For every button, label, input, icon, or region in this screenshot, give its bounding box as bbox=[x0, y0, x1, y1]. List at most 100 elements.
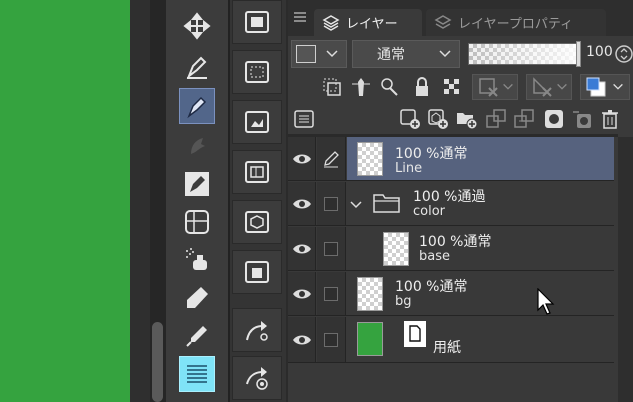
layer-name: color bbox=[413, 204, 446, 219]
edit-checkbox[interactable] bbox=[324, 286, 338, 301]
airbrush-tool-button[interactable] bbox=[179, 128, 215, 164]
visibility-toggle[interactable] bbox=[288, 272, 316, 315]
opacity-slider-handle[interactable] bbox=[576, 41, 581, 67]
visibility-toggle[interactable] bbox=[288, 182, 316, 225]
decoration-tool-button[interactable] bbox=[179, 166, 215, 202]
layer-content[interactable]: 100 %通常 base bbox=[347, 227, 614, 270]
canvas-area[interactable] bbox=[0, 0, 130, 402]
lock-layer-button[interactable] bbox=[410, 75, 434, 99]
eye-icon bbox=[292, 199, 311, 208]
new-folder-button[interactable] bbox=[454, 107, 478, 131]
move-tool-button[interactable] bbox=[179, 8, 215, 44]
visibility-toggle[interactable] bbox=[288, 317, 316, 362]
layer-row-paper[interactable]: 用紙 bbox=[288, 317, 614, 363]
figure-tool-button[interactable] bbox=[179, 204, 215, 240]
hamburger-icon[interactable] bbox=[294, 11, 306, 23]
visibility-toggle[interactable] bbox=[288, 227, 316, 270]
layer-content[interactable]: 100 %通常 bg bbox=[347, 272, 614, 315]
spinner-arrows-icon[interactable] bbox=[615, 43, 633, 65]
subtool-arrow[interactable] bbox=[232, 308, 282, 352]
pin-pen-icon bbox=[381, 78, 398, 96]
tab-layer-properties[interactable]: レイヤープロパティ bbox=[426, 9, 606, 36]
layer-row-base[interactable]: 100 %通常 base bbox=[288, 227, 614, 271]
visibility-toggle[interactable] bbox=[288, 137, 316, 180]
edit-checkbox-cell[interactable] bbox=[317, 272, 346, 315]
subtool-vector[interactable] bbox=[232, 50, 282, 94]
chevron-down-icon[interactable] bbox=[349, 198, 363, 212]
edit-checkbox-cell[interactable] bbox=[317, 182, 346, 225]
layer-color-icon bbox=[586, 77, 606, 97]
mask-chevron[interactable] bbox=[500, 75, 516, 99]
clip-lower-button[interactable] bbox=[320, 75, 344, 99]
edit-checkbox-cell[interactable] bbox=[317, 317, 346, 362]
text-tool-button[interactable] bbox=[179, 356, 215, 392]
layer-list: 100 %通常 Line 100 %通過 color 100 %通常 base bbox=[288, 137, 618, 402]
eyedropper-tool-button[interactable] bbox=[179, 318, 215, 354]
merge-down-button[interactable] bbox=[512, 107, 536, 131]
fill-tool-button[interactable] bbox=[179, 280, 215, 316]
reference-layer-button[interactable] bbox=[349, 75, 373, 99]
tab-layer[interactable]: レイヤー bbox=[314, 9, 422, 36]
edit-checkbox[interactable] bbox=[324, 241, 338, 256]
pen-tool-active-button[interactable] bbox=[179, 88, 215, 124]
layer-thumbnail bbox=[383, 232, 409, 266]
layer-list-toggle[interactable] bbox=[292, 107, 316, 131]
edit-checkbox[interactable] bbox=[324, 196, 338, 211]
pen-tool-button[interactable] bbox=[179, 48, 215, 84]
mask-outside-button[interactable] bbox=[542, 107, 566, 131]
draft-layer-button[interactable] bbox=[378, 75, 402, 99]
subtool-target[interactable] bbox=[232, 356, 282, 400]
apply-mask-button[interactable] bbox=[570, 107, 594, 131]
trash-icon bbox=[602, 110, 618, 129]
layer-list-scrollbar[interactable] bbox=[618, 137, 633, 402]
chevron-down-icon bbox=[326, 50, 338, 58]
bottle-icon bbox=[187, 287, 208, 308]
tool-panel-scroll-thumb[interactable] bbox=[152, 322, 163, 402]
layer-name: 用紙 bbox=[433, 340, 461, 356]
ruler-chevron[interactable] bbox=[554, 75, 570, 99]
layer-row-line[interactable]: 100 %通常 Line bbox=[288, 137, 614, 181]
layer-row-color[interactable]: 100 %通過 color bbox=[288, 182, 614, 226]
layer-panel: レイヤー レイヤープロパティ 通常 100 100 %通常 Line 100 %… bbox=[288, 0, 633, 402]
canvas-border bbox=[130, 0, 150, 402]
blend-mode-select[interactable]: 通常 bbox=[352, 40, 460, 68]
chevron-down-icon bbox=[503, 83, 513, 90]
spray-tool-button[interactable] bbox=[179, 242, 215, 278]
layer-mode: 100 %通過 bbox=[413, 189, 486, 205]
layer-mode: 100 %通常 bbox=[395, 279, 468, 295]
subtool-3d[interactable] bbox=[232, 200, 282, 244]
layer-content[interactable]: 用紙 bbox=[347, 317, 614, 362]
layer-content[interactable]: 100 %通過 color bbox=[347, 182, 614, 225]
transfer-to-lower-button[interactable] bbox=[484, 107, 508, 131]
layer-color-dropdown[interactable] bbox=[291, 40, 347, 68]
panel-tab-bar: レイヤー レイヤープロパティ bbox=[288, 0, 633, 36]
opacity-value[interactable]: 100 bbox=[586, 44, 613, 60]
opacity-slider[interactable] bbox=[468, 41, 581, 67]
eyedropper-icon bbox=[186, 326, 207, 347]
new-vector-icon bbox=[428, 109, 448, 129]
layer-color-button[interactable] bbox=[584, 75, 608, 99]
subtool-image-layer[interactable] bbox=[232, 0, 282, 44]
delete-layer-button[interactable] bbox=[598, 107, 622, 131]
editing-indicator[interactable] bbox=[317, 137, 346, 180]
image-folder-icon bbox=[245, 11, 269, 33]
layer-row-bg[interactable]: 100 %通常 bg bbox=[288, 272, 614, 316]
layer-mode: 100 %通常 bbox=[419, 234, 492, 250]
mask-enable-button[interactable] bbox=[476, 75, 500, 99]
edit-checkbox-cell[interactable] bbox=[317, 227, 346, 270]
new-raster-layer-button[interactable] bbox=[398, 107, 422, 131]
subtool-building[interactable] bbox=[232, 250, 282, 294]
new-vector-layer-button[interactable] bbox=[426, 107, 450, 131]
lock-transparent-button[interactable] bbox=[440, 75, 464, 99]
spray-icon bbox=[186, 248, 207, 270]
edit-checkbox[interactable] bbox=[324, 332, 338, 347]
ruler-enable-button[interactable] bbox=[530, 75, 554, 99]
layer-content[interactable]: 100 %通常 Line bbox=[347, 137, 614, 180]
subtool-raster[interactable] bbox=[232, 100, 282, 144]
subtool-frame[interactable] bbox=[232, 150, 282, 194]
pen-nib-icon bbox=[185, 172, 209, 196]
eye-icon bbox=[292, 244, 311, 253]
cube-folder-icon bbox=[245, 211, 269, 233]
layer-color-chevron[interactable] bbox=[610, 75, 626, 99]
apply-mask-icon bbox=[573, 111, 591, 128]
